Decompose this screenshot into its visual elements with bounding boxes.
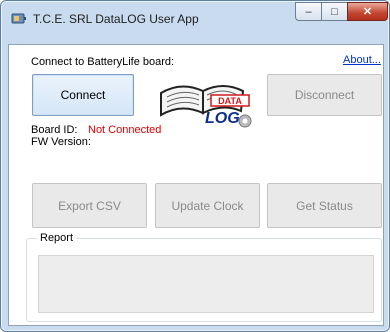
- get-status-label: Get Status: [296, 198, 353, 213]
- board-id-status: Not Connected: [88, 124, 162, 136]
- disconnect-button[interactable]: Disconnect: [267, 74, 382, 116]
- maximize-button[interactable]: □: [321, 2, 348, 21]
- fw-version-label: FW Version:: [31, 136, 91, 148]
- get-status-button[interactable]: Get Status: [267, 183, 382, 228]
- window-title: T.C.E. SRL DataLOG User App: [33, 12, 199, 26]
- title-bar[interactable]: T.C.E. SRL DataLOG User App – □ ✕: [1, 1, 389, 35]
- connect-prompt: Connect to BatteryLife board:: [31, 56, 175, 68]
- svg-text:DATA: DATA: [218, 96, 242, 106]
- close-icon: ✕: [362, 6, 373, 18]
- export-csv-button[interactable]: Export CSV: [32, 183, 147, 228]
- about-link[interactable]: About...: [343, 54, 381, 66]
- update-clock-button[interactable]: Update Clock: [155, 183, 260, 228]
- close-button[interactable]: ✕: [347, 2, 388, 21]
- export-csv-label: Export CSV: [58, 198, 121, 213]
- update-clock-label: Update Clock: [171, 198, 244, 213]
- report-legend: Report: [37, 232, 77, 244]
- app-window: T.C.E. SRL DataLOG User App – □ ✕ Connec…: [0, 0, 390, 332]
- disconnect-button-label: Disconnect: [294, 88, 355, 102]
- svg-text:LOG: LOG: [205, 110, 240, 127]
- report-output[interactable]: [38, 255, 374, 313]
- minimize-icon: –: [305, 5, 312, 18]
- minimize-button[interactable]: –: [295, 2, 322, 21]
- board-id-label: Board ID:: [31, 124, 78, 136]
- datalog-logo: DATA LOG: [160, 85, 252, 128]
- battery-app-icon: [11, 13, 26, 24]
- connect-button[interactable]: Connect: [32, 74, 134, 116]
- gear-icon: [238, 114, 252, 128]
- connect-button-label: Connect: [60, 88, 106, 102]
- maximize-icon: □: [331, 5, 338, 18]
